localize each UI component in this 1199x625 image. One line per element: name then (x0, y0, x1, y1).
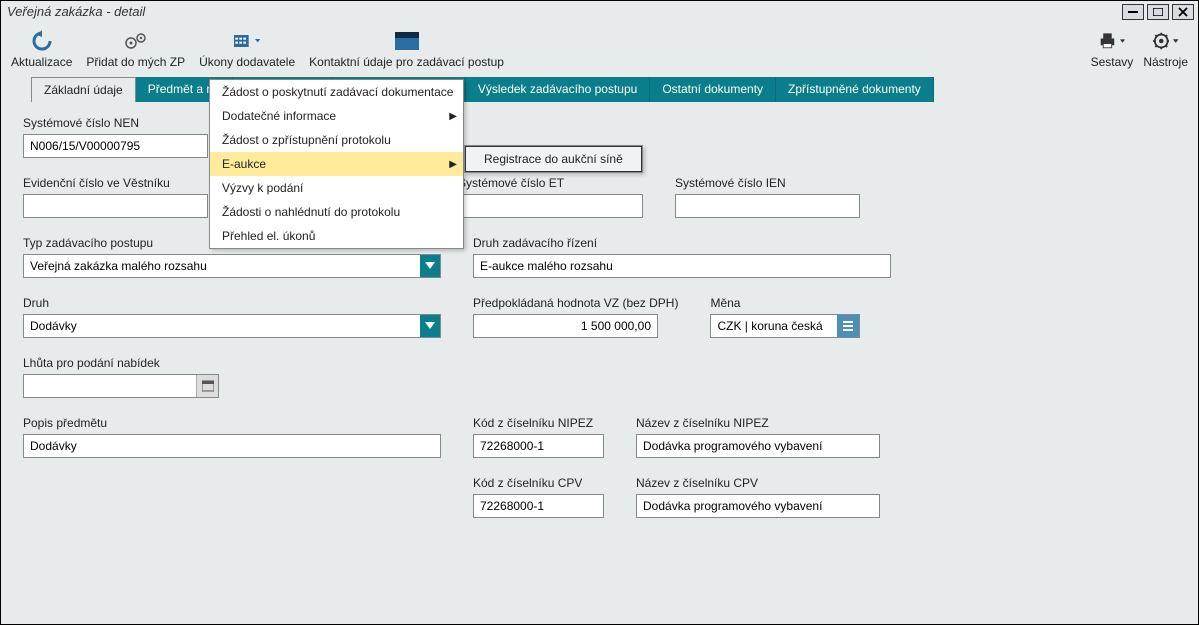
druh-rizeni-input[interactable] (473, 254, 891, 278)
druh-input[interactable] (23, 314, 441, 338)
toolbar-kontaktni[interactable]: Kontaktní údaje pro zadávací postup (309, 27, 504, 69)
submenu-registrace[interactable]: Registrace do aukční síně (465, 146, 642, 172)
toolbar-aktualizace[interactable]: Aktualizace (11, 27, 72, 69)
cpv-kod-input[interactable] (473, 494, 604, 518)
evidencni-label: Evidenční číslo ve Věstníku (23, 176, 208, 190)
cpv-kod-label: Kód z číselníku CPV (473, 476, 604, 490)
field-nipez-kod: Kód z číselníku NIPEZ (473, 416, 604, 458)
evidencni-input[interactable] (23, 194, 208, 218)
nipez-kod-label: Kód z číselníku NIPEZ (473, 416, 604, 430)
printer-icon (1099, 29, 1125, 53)
tabs: Základní údaje Předmět a mí mace Evidenc… (1, 73, 1198, 102)
main-window: Veřejná zakázka - detail Aktualizace Při… (0, 0, 1199, 625)
card-icon (394, 29, 420, 53)
druh-rizeni-label: Druh zadávacího řízení (473, 236, 891, 250)
cpv-nazev-input[interactable] (636, 494, 880, 518)
toolbar-nastroje[interactable]: Nástroje (1143, 29, 1188, 69)
ukony-menu: Žádost o poskytnutí zadávací dokumentace… (209, 79, 464, 249)
gears-icon (123, 29, 149, 53)
minimize-button[interactable] (1122, 4, 1144, 20)
nipez-kod-input[interactable] (473, 434, 604, 458)
gear-icon (1153, 29, 1179, 53)
mena-lookup-button[interactable] (837, 315, 859, 337)
nipez-nazev-label: Název z číselníku NIPEZ (636, 416, 880, 430)
popis-input[interactable] (23, 434, 441, 458)
druh-dropdown-button[interactable] (420, 315, 440, 337)
maximize-button[interactable] (1147, 4, 1169, 20)
field-druh-rizeni: Druh zadávacího řízení (473, 236, 891, 278)
menu-nahlidnuti[interactable]: Žádosti o nahlédnutí do protokolu (210, 200, 463, 224)
chevron-right-icon: ▶ (449, 111, 457, 122)
field-druh: Druh (23, 296, 441, 338)
nipez-nazev-input[interactable] (636, 434, 880, 458)
refresh-icon (29, 29, 55, 53)
sys-et-input[interactable] (458, 194, 643, 218)
tab-ostatni[interactable]: Ostatní dokumenty (650, 77, 776, 102)
lhuta-input[interactable] (23, 374, 219, 398)
typ-postupu-input[interactable] (23, 254, 441, 278)
toolbar-kontaktni-label: Kontaktní údaje pro zadávací postup (309, 55, 504, 69)
menu-vyzvy[interactable]: Výzvy k podání (210, 176, 463, 200)
toolbar-nastroje-label: Nástroje (1143, 55, 1188, 69)
field-popis: Popis předmětu (23, 416, 441, 458)
sys-nen-input[interactable] (23, 134, 208, 158)
popis-label: Popis předmětu (23, 416, 441, 430)
tab-zakladni[interactable]: Základní údaje (31, 77, 136, 102)
toolbar-right: Sestavy Nástroje (1091, 29, 1188, 69)
toolbar-aktualizace-label: Aktualizace (11, 55, 72, 69)
menu-eaukce-label: E-aukce (222, 157, 266, 171)
field-sys-et: Systémové číslo ET (458, 176, 643, 218)
grid-icon (234, 29, 260, 53)
sys-nen-label: Systémové číslo NEN (23, 116, 208, 130)
field-evidencni: Evidenční číslo ve Věstníku (23, 176, 208, 218)
hodnota-label: Předpokládaná hodnota VZ (bez DPH) (473, 296, 678, 310)
window-title: Veřejná zakázka - detail (1, 4, 145, 19)
toolbar-pridat-label: Přidat do mých ZP (86, 55, 185, 69)
menu-eaukce[interactable]: E-aukce ▶ (210, 152, 463, 176)
field-hodnota: Předpokládaná hodnota VZ (bez DPH) (473, 296, 678, 338)
sys-ien-input[interactable] (675, 194, 860, 218)
menu-zadost-dokumentace[interactable]: Žádost o poskytnutí zadávací dokumentace (210, 80, 463, 104)
typ-postupu-dropdown-button[interactable] (420, 255, 440, 277)
field-mena: Měna (710, 296, 860, 338)
field-cpv-nazev: Název z číselníku CPV (636, 476, 880, 518)
menu-prehled[interactable]: Přehled el. úkonů (210, 224, 463, 248)
toolbar-ukony-label: Úkony dodavatele (199, 55, 295, 69)
field-nipez-nazev: Název z číselníku NIPEZ (636, 416, 880, 458)
sys-et-label: Systémové číslo ET (458, 176, 643, 190)
close-button[interactable] (1172, 4, 1194, 20)
toolbar-sestavy[interactable]: Sestavy (1091, 29, 1134, 69)
titlebar: Veřejná zakázka - detail (1, 1, 1198, 23)
toolbar-pridat[interactable]: Přidat do mých ZP (86, 27, 185, 69)
eaukce-submenu: Registrace do aukční síně (464, 145, 643, 173)
menu-dodatecne-informace-label: Dodatečné informace (222, 109, 336, 123)
menu-dodatecne-informace[interactable]: Dodatečné informace ▶ (210, 104, 463, 128)
tab-zpristupnene[interactable]: Zpřístupněné dokumenty (776, 77, 934, 102)
lhuta-label: Lhůta pro podání nabídek (23, 356, 219, 370)
chevron-right-icon: ▶ (449, 159, 457, 170)
lhuta-date-button[interactable] (196, 375, 218, 397)
toolbar-sestavy-label: Sestavy (1091, 55, 1134, 69)
toolbar: Aktualizace Přidat do mých ZP Úkony doda… (1, 23, 1198, 73)
field-sys-nen: Systémové číslo NEN (23, 116, 208, 158)
cpv-nazev-label: Název z číselníku CPV (636, 476, 880, 490)
field-sys-ien: Systémové číslo IEN (675, 176, 860, 218)
tab-vysledek[interactable]: Výsledek zadávacího postupu (466, 77, 650, 102)
field-cpv-kod: Kód z číselníku CPV (473, 476, 604, 518)
window-controls (1122, 4, 1198, 20)
druh-label: Druh (23, 296, 441, 310)
toolbar-ukony[interactable]: Úkony dodavatele (199, 27, 295, 69)
menu-zpristupneni-protokolu[interactable]: Žádost o zpřístupnění protokolu (210, 128, 463, 152)
sys-ien-label: Systémové číslo IEN (675, 176, 860, 190)
hodnota-input[interactable] (473, 314, 658, 338)
mena-label: Měna (710, 296, 860, 310)
field-lhuta: Lhůta pro podání nabídek (23, 356, 219, 398)
